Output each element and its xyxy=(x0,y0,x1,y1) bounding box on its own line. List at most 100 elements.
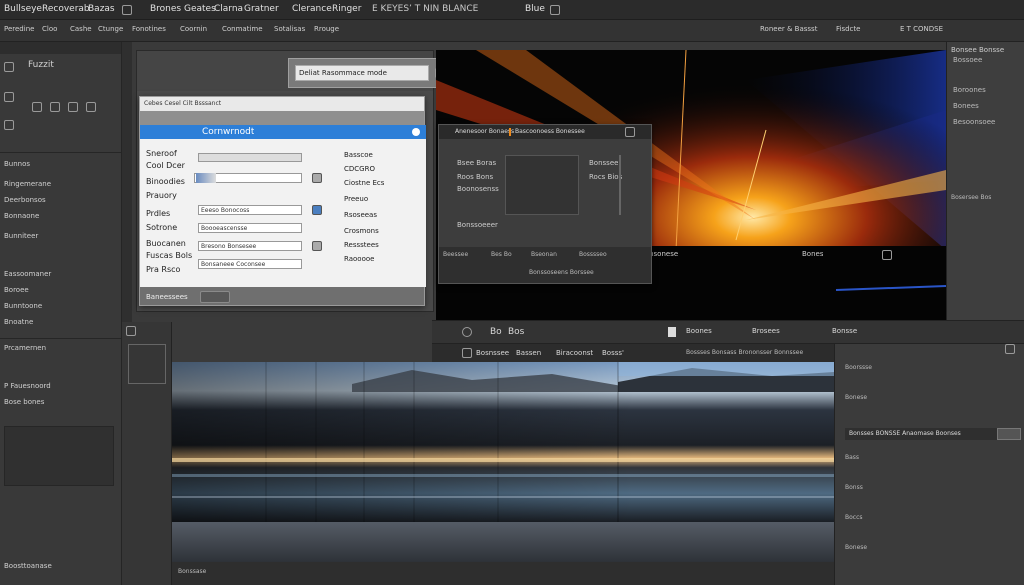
grid-icon[interactable] xyxy=(4,92,14,102)
left-row-11[interactable]: Bose bones xyxy=(4,398,44,406)
toolbar-item-4[interactable]: Fonotines xyxy=(132,25,166,33)
right-row-2[interactable]: Bonees xyxy=(953,102,979,110)
menu-item-3[interactable]: Brones xyxy=(150,4,181,14)
dialog-ok-button[interactable] xyxy=(200,291,230,303)
effects-close-icon[interactable] xyxy=(625,127,635,137)
menu-item-6[interactable]: Gratner xyxy=(244,4,279,14)
effects-bottom-1[interactable]: Bes Bo xyxy=(491,251,512,258)
menu-item-1[interactable]: Recoverab xyxy=(42,4,90,14)
timeline-clips[interactable] xyxy=(172,362,834,522)
left-thumb-list[interactable] xyxy=(4,426,114,486)
effects-row-2[interactable]: Boonosenss xyxy=(457,185,499,193)
props-row-2[interactable]: Bass xyxy=(845,454,859,461)
track-thumbnail[interactable] xyxy=(128,344,166,384)
left-row-0[interactable]: Bunnos xyxy=(4,160,30,168)
menu-item-4[interactable]: Geates xyxy=(184,4,216,14)
dialog-close-icon[interactable] xyxy=(412,128,420,136)
dialog-field-1[interactable]: Boooeascensse xyxy=(198,223,302,233)
toolbar-item-1[interactable]: Cloo xyxy=(42,25,57,33)
transport-item-0[interactable]: Bo xyxy=(490,327,502,337)
preview-icon-2[interactable] xyxy=(312,241,322,251)
props-row-4[interactable]: Boccs xyxy=(845,514,863,521)
effects-right-0[interactable]: Bonssee xyxy=(589,159,618,167)
effects-titlebar[interactable]: Anenesoor Bonaess Bascoonoess Bonessee xyxy=(439,125,651,139)
toolbar-item-3[interactable]: Ctunge xyxy=(98,25,123,33)
props-row-1[interactable]: Bonese xyxy=(845,394,867,401)
toolbar-item-6[interactable]: Conmatime xyxy=(222,25,263,33)
right-row-4[interactable]: Bosersee Bos xyxy=(951,194,991,201)
preview-icon-1[interactable] xyxy=(312,205,322,215)
tab-2[interactable]: Biracoonst xyxy=(556,349,593,357)
right-row-3[interactable]: Besoonsoee xyxy=(953,118,995,126)
left-row-2[interactable]: Deerbonsos xyxy=(4,196,46,204)
props-toggle[interactable] xyxy=(997,428,1021,440)
tool-icon-2[interactable] xyxy=(50,102,60,112)
effects-row-3[interactable]: Bonssoeeer xyxy=(457,221,498,229)
effects-scrollbar[interactable] xyxy=(619,155,621,215)
toolbar-item-7[interactable]: Sotalisas xyxy=(274,25,305,33)
props-row-3[interactable]: Bonss xyxy=(845,484,863,491)
dialog-titlebar[interactable]: Cornwrnodt xyxy=(140,125,426,139)
left-row-5[interactable]: Eassoomaner xyxy=(4,270,51,278)
effects-row-0[interactable]: Bsee Boras xyxy=(457,159,496,167)
toolbar-right-2[interactable]: E T CONDSE xyxy=(900,25,943,33)
effects-bottom-2[interactable]: Bseonan xyxy=(531,251,557,258)
preview-icon-0[interactable] xyxy=(312,173,322,183)
audio-track[interactable]: Bonssase xyxy=(172,522,834,585)
left-row-9[interactable]: Prcamernen xyxy=(4,344,46,352)
left-row-7[interactable]: Bunntoone xyxy=(4,302,42,310)
right-row-1[interactable]: Boroones xyxy=(953,86,986,94)
toolbar-item-0[interactable]: Peredine xyxy=(4,25,34,33)
transport-item-4[interactable]: Bonsse xyxy=(832,327,857,335)
left-row-1[interactable]: Ringemerane xyxy=(4,180,51,188)
transport-item-2[interactable]: Boones xyxy=(686,327,712,335)
dialog-footer-button[interactable]: Baneessees xyxy=(146,293,188,301)
transport-item-1[interactable]: Bos xyxy=(508,327,524,337)
menu-item-9[interactable]: Blue xyxy=(525,4,545,14)
right-row-0[interactable]: Bossoee xyxy=(953,56,982,64)
toolbar-item-5[interactable]: Coornin xyxy=(180,25,207,33)
effects-right-1[interactable]: Rocs Bios xyxy=(589,173,622,181)
left-row-6[interactable]: Boroee xyxy=(4,286,29,294)
tab-3[interactable]: Bosss' xyxy=(602,349,624,357)
layers-icon[interactable] xyxy=(4,120,14,130)
tool-icon-3[interactable] xyxy=(68,102,78,112)
menu-item-5[interactable]: Clarna xyxy=(214,4,243,14)
props-row-5[interactable]: Bonese xyxy=(845,544,867,551)
dialog-field-3[interactable]: Bonsaneee Coconsee xyxy=(198,259,302,269)
folder-icon[interactable] xyxy=(4,62,14,72)
toolbar-right-0[interactable]: Roneer & Bassst xyxy=(760,25,817,33)
dialog-field-0[interactable]: Eeeso Bonocoss xyxy=(198,205,302,215)
transport-item-3[interactable]: Brosees xyxy=(752,327,780,335)
tool-icon-4[interactable] xyxy=(86,102,96,112)
left-row-3[interactable]: Bonnaone xyxy=(4,212,39,220)
export-field[interactable]: Deliat Rasommace mode xyxy=(295,65,429,81)
window-icon[interactable] xyxy=(550,5,560,15)
tab-1[interactable]: Bassen xyxy=(516,349,541,357)
left-row-8[interactable]: Bnoatne xyxy=(4,318,33,326)
dialog-field-2[interactable]: Bresono Bonsesee xyxy=(198,241,302,251)
left-row-4[interactable]: Bunniteer xyxy=(4,232,38,240)
menu-item-2[interactable]: Bazas xyxy=(88,4,115,14)
props-icon[interactable] xyxy=(1005,344,1015,354)
file-icon[interactable] xyxy=(122,5,132,15)
toolbar-right-1[interactable]: Fisdcte xyxy=(836,25,860,33)
menu-item-8[interactable]: Ringer xyxy=(332,4,361,14)
tab-icon[interactable] xyxy=(462,348,472,358)
left-row-10[interactable]: P Fauesnoord xyxy=(4,382,51,390)
tool-icon-1[interactable] xyxy=(32,102,42,112)
play-icon[interactable] xyxy=(462,327,472,337)
menu-item-0[interactable]: Bullseye xyxy=(4,4,42,14)
tab-0[interactable]: Bosnssee xyxy=(476,349,509,357)
track-lock-icon[interactable] xyxy=(126,326,136,336)
effects-bottom-3[interactable]: Bosssseo xyxy=(579,251,607,258)
toolbar-item-2[interactable]: Cashe xyxy=(70,25,92,33)
props-row-0[interactable]: Boorssse xyxy=(845,364,872,371)
marker-icon[interactable] xyxy=(668,327,676,337)
preview-settings-icon[interactable] xyxy=(882,250,892,260)
effects-row-1[interactable]: Roos Bons xyxy=(457,173,493,181)
dialog-slider[interactable] xyxy=(198,153,302,162)
effects-list[interactable] xyxy=(505,155,579,215)
toolbar-item-8[interactable]: Rrouge xyxy=(314,25,339,33)
menu-item-7[interactable]: Clerance xyxy=(292,4,332,14)
